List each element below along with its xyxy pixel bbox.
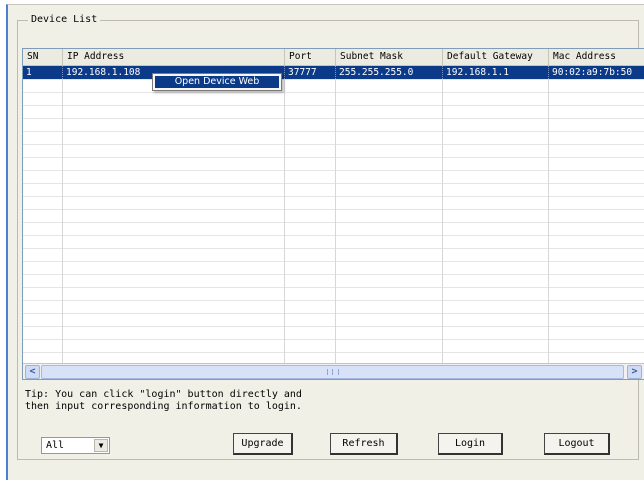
table-header: SN IP Address Port Subnet Mask Default G… — [23, 49, 644, 66]
upgrade-button[interactable]: Upgrade — [233, 433, 293, 455]
row-gridline — [23, 79, 644, 80]
device-filter-select[interactable]: All ▼ — [41, 437, 110, 454]
column-header-subnet-mask[interactable]: Subnet Mask — [336, 49, 443, 65]
tip-line-2: then input corresponding information to … — [25, 401, 302, 412]
column-header-default-gateway[interactable]: Default Gateway — [443, 49, 549, 65]
column-divider — [335, 66, 336, 363]
row-gridline — [23, 235, 644, 236]
row-gridline — [23, 170, 644, 171]
row-gridline — [23, 183, 644, 184]
refresh-button[interactable]: Refresh — [330, 433, 398, 455]
row-gridline — [23, 131, 644, 132]
row-gridline — [23, 339, 644, 340]
row-gridline — [23, 92, 644, 93]
column-divider — [284, 66, 285, 363]
horizontal-scrollbar[interactable]: < > — [23, 363, 644, 379]
row-gridline — [23, 326, 644, 327]
context-menu: Open Device Web — [152, 73, 282, 91]
login-button[interactable]: Login — [438, 433, 503, 455]
row-gridline — [23, 274, 644, 275]
row-gridline — [23, 352, 644, 353]
row-gridline — [23, 105, 644, 106]
row-gridline — [23, 261, 644, 262]
column-header-sn[interactable]: SN — [23, 49, 63, 65]
column-divider — [62, 66, 63, 363]
row-gridline — [23, 144, 644, 145]
column-divider — [548, 66, 549, 363]
row-gridline — [23, 118, 644, 119]
cell-sn: 1 — [23, 66, 63, 79]
open-device-web-menu-item[interactable]: Open Device Web — [155, 76, 279, 88]
cell-mac-address: 90:02:a9:7b:50 — [552, 67, 633, 78]
row-gridline — [23, 300, 644, 301]
filter-selected-value: All — [46, 440, 65, 451]
row-gridline — [23, 313, 644, 314]
row-gridline — [23, 209, 644, 210]
row-gridline — [23, 222, 644, 223]
logout-button[interactable]: Logout — [544, 433, 610, 455]
tip-text: Tip: You can click "login" button direct… — [25, 389, 302, 413]
column-header-mac-address[interactable]: Mac Address — [549, 49, 644, 65]
scrollbar-thumb[interactable] — [41, 365, 624, 379]
chevron-down-icon[interactable]: ▼ — [94, 439, 108, 452]
grip-icon — [327, 369, 339, 375]
row-gridline — [23, 248, 644, 249]
column-header-ip-address[interactable]: IP Address — [63, 49, 285, 65]
cell-port: 37777 — [285, 66, 336, 79]
column-header-port[interactable]: Port — [285, 49, 336, 65]
column-divider — [442, 66, 443, 363]
row-gridline — [23, 287, 644, 288]
scroll-left-button[interactable]: < — [25, 365, 40, 379]
table-body — [23, 66, 644, 366]
cell-default-gateway: 192.168.1.1 — [443, 66, 549, 79]
scroll-right-button[interactable]: > — [627, 365, 642, 379]
device-list-table[interactable]: SN IP Address Port Subnet Mask Default G… — [22, 48, 644, 380]
row-gridline — [23, 196, 644, 197]
group-title: Device List — [28, 14, 101, 25]
tip-line-1: Tip: You can click "login" button direct… — [25, 389, 302, 400]
row-gridline — [23, 157, 644, 158]
cell-subnet-mask: 255.255.255.0 — [336, 66, 443, 79]
